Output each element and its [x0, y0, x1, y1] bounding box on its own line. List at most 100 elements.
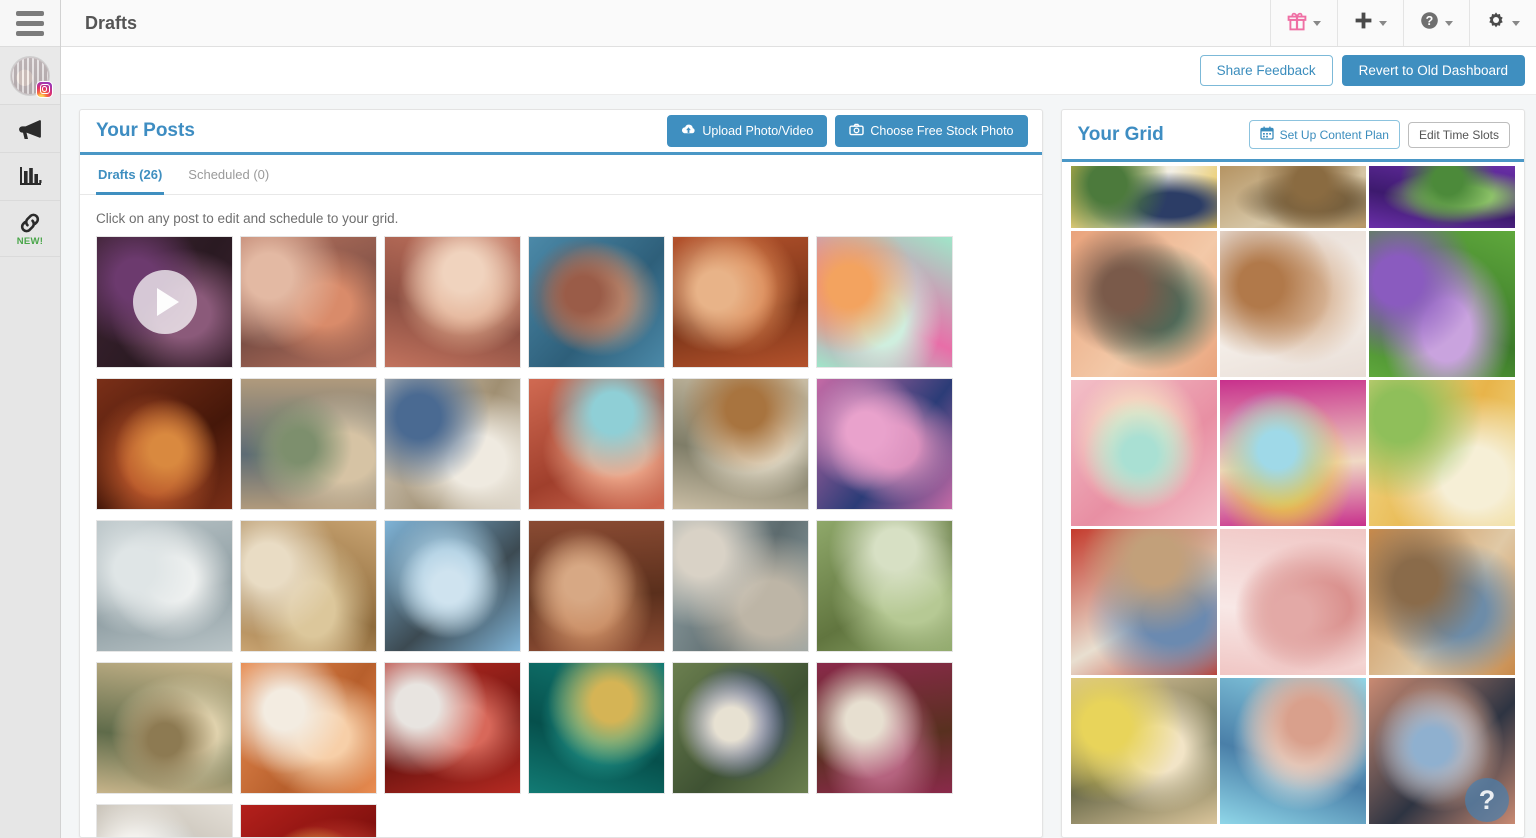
post-thumbnail[interactable]	[96, 378, 233, 511]
photo-camera-icon	[849, 123, 865, 139]
sidebar-item-analytics[interactable]	[0, 153, 60, 201]
your-grid-header-actions: Set Up Content Plan Edit Time Slots	[1248, 120, 1510, 149]
grid-thumbnail[interactable]	[1070, 380, 1217, 526]
post-thumbnail[interactable]	[240, 662, 377, 795]
post-thumbnail[interactable]	[384, 662, 521, 795]
revert-dashboard-button[interactable]: Revert to Old Dashboard	[1341, 55, 1525, 86]
your-posts-title: Your Posts	[96, 120, 195, 142]
posts-hint: Click on any post to edit and schedule t…	[96, 211, 399, 227]
your-grid-panel: Your Grid Set Up Content Plan Edit Time …	[1060, 109, 1525, 838]
post-thumbnail[interactable]	[672, 520, 809, 653]
grid-thumbnail[interactable]	[1219, 380, 1366, 526]
plus-icon	[1354, 11, 1373, 35]
gear-icon	[1486, 11, 1506, 36]
edit-time-slots-button[interactable]: Edit Time Slots	[1407, 121, 1510, 148]
grid-thumbnail[interactable]	[1368, 529, 1515, 675]
action-bar: Share Feedback Revert to Old Dashboard	[61, 47, 1536, 95]
play-icon	[132, 270, 197, 335]
post-thumbnail[interactable]	[528, 378, 665, 511]
cloud-upload-icon	[681, 123, 696, 139]
grid-thumbnail[interactable]	[1070, 678, 1217, 824]
add-menu-button[interactable]	[1337, 0, 1403, 46]
post-thumbnail[interactable]	[816, 378, 953, 511]
grid-thumbnail[interactable]	[1219, 529, 1366, 675]
svg-text:?: ?	[1426, 14, 1434, 28]
grid-thumbnail[interactable]	[1368, 380, 1515, 526]
sidebar-item-megaphone[interactable]	[0, 105, 60, 153]
your-posts-panel: Your Posts Upload Photo/Video Choose Fre…	[79, 109, 1043, 838]
post-thumbnail[interactable]	[672, 378, 809, 511]
page-title: Drafts	[85, 12, 138, 33]
calendar-icon	[1259, 126, 1274, 143]
share-feedback-button[interactable]: Share Feedback	[1199, 55, 1333, 86]
chevron-down-icon	[1379, 20, 1387, 26]
post-thumbnail[interactable]	[816, 520, 953, 653]
avatar[interactable]	[0, 47, 60, 105]
choose-stock-photo-button[interactable]: Choose Free Stock Photo	[835, 115, 1028, 148]
your-grid-thumbnails	[1062, 162, 1525, 824]
post-thumbnail[interactable]	[96, 236, 233, 369]
chevron-down-icon	[1445, 20, 1453, 26]
grid-thumbnail[interactable]	[1368, 231, 1515, 377]
left-rail: NEW!	[0, 0, 61, 838]
help-menu-button[interactable]: ?	[1403, 0, 1469, 46]
gift-menu-button[interactable]	[1270, 0, 1337, 46]
your-posts-header-actions: Upload Photo/Video Choose Free Stock Pho…	[667, 115, 1028, 148]
post-thumbnail[interactable]	[528, 662, 665, 795]
chevron-down-icon	[1313, 20, 1321, 26]
post-thumbnail[interactable]	[240, 378, 377, 511]
post-thumbnail[interactable]	[96, 804, 233, 837]
settings-menu-button[interactable]	[1469, 0, 1536, 46]
avatar-image	[10, 55, 53, 98]
post-thumbnail[interactable]	[528, 236, 665, 369]
upload-photo-video-button[interactable]: Upload Photo/Video	[667, 115, 828, 148]
post-thumbnail[interactable]	[528, 520, 665, 653]
posts-thumbnail-grid	[80, 236, 1042, 837]
your-grid-title: Your Grid	[1077, 123, 1164, 145]
post-thumbnail[interactable]	[240, 804, 377, 837]
grid-thumbnail[interactable]	[1219, 231, 1366, 377]
top-bar-actions: ?	[1270, 0, 1536, 46]
instagram-badge-icon	[36, 80, 53, 98]
choose-stock-photo-label: Choose Free Stock Photo	[870, 124, 1014, 139]
tab-scheduled[interactable]: Scheduled (0)	[186, 155, 271, 195]
question-circle-icon: ?	[1420, 11, 1439, 35]
hamburger-menu-icon[interactable]	[0, 0, 60, 47]
sidebar-new-badge: NEW!	[16, 235, 44, 247]
grid-thumbnail[interactable]	[1219, 166, 1366, 228]
set-up-content-plan-label: Set Up Content Plan	[1279, 127, 1389, 142]
set-up-content-plan-button[interactable]: Set Up Content Plan	[1248, 120, 1400, 149]
post-thumbnail[interactable]	[816, 662, 953, 795]
main-content: Your Posts Upload Photo/Video Choose Fre…	[61, 95, 1536, 838]
dashboard-root: NEW! Drafts ? Share Feedback Revert to O…	[0, 0, 1536, 838]
your-posts-header: Your Posts Upload Photo/Video Choose Fre…	[80, 110, 1042, 156]
posts-tabs: Drafts (26) Scheduled (0)	[80, 155, 1042, 196]
top-bar: Drafts ?	[61, 0, 1536, 47]
bar-chart-icon	[18, 166, 43, 188]
question-mark-icon[interactable]: ?	[1465, 778, 1509, 822]
post-thumbnail[interactable]	[384, 520, 521, 653]
chevron-down-icon	[1512, 20, 1520, 26]
grid-thumbnail[interactable]	[1070, 231, 1217, 377]
post-thumbnail[interactable]	[672, 662, 809, 795]
post-thumbnail[interactable]	[96, 520, 233, 653]
link-chain-icon	[17, 211, 43, 235]
hamburger-bars	[16, 10, 44, 36]
grid-thumbnail[interactable]	[1219, 678, 1366, 824]
post-thumbnail[interactable]	[816, 236, 953, 369]
post-thumbnail[interactable]	[384, 378, 521, 511]
post-thumbnail[interactable]	[672, 236, 809, 369]
post-thumbnail[interactable]	[240, 520, 377, 653]
grid-thumbnail[interactable]	[1070, 529, 1217, 675]
post-thumbnail[interactable]	[96, 662, 233, 795]
tab-drafts[interactable]: Drafts (26)	[96, 155, 165, 196]
your-grid-header: Your Grid Set Up Content Plan Edit Time …	[1061, 110, 1524, 162]
grid-thumbnail[interactable]	[1368, 166, 1515, 228]
sidebar-item-links[interactable]: NEW!	[0, 201, 60, 257]
gift-icon	[1287, 11, 1307, 36]
upload-photo-video-label: Upload Photo/Video	[702, 124, 814, 139]
megaphone-icon	[17, 117, 43, 141]
post-thumbnail[interactable]	[384, 236, 521, 369]
grid-thumbnail[interactable]	[1070, 166, 1217, 228]
post-thumbnail[interactable]	[240, 236, 377, 369]
